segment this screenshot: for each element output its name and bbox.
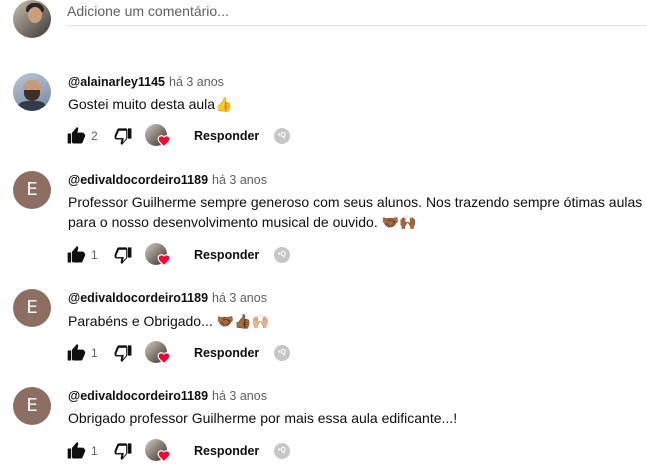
reply-button[interactable]: Responder <box>194 247 259 263</box>
comment-header: @edivaldocordeiro1189 há 3 anos <box>68 388 267 404</box>
like-count: 1 <box>91 346 98 360</box>
like-count: 2 <box>91 129 98 143</box>
comment-text: Professor Guilherme sempre generoso com … <box>68 194 643 230</box>
comment-time[interactable]: há 3 anos <box>212 389 267 403</box>
comment-header: @edivaldocordeiro1189 há 3 anos <box>68 172 267 188</box>
creator-heart <box>145 439 171 463</box>
comment-text: Gostei muito desta aula👍 <box>68 96 233 112</box>
comment-text: Obrigado professor Guilherme por mais es… <box>68 410 458 426</box>
comment-time[interactable]: há 3 anos <box>212 173 267 187</box>
add-comment-row: Adicione um comentário... <box>0 0 647 44</box>
replies-count-icon[interactable]: •Q <box>274 443 290 459</box>
thumbs-down-icon[interactable] <box>113 245 133 265</box>
like-count: 1 <box>91 444 98 458</box>
creator-heart <box>145 341 171 365</box>
comment-header: @edivaldocordeiro1189 há 3 anos <box>68 290 267 306</box>
like-count: 1 <box>91 248 98 262</box>
comment-time[interactable]: há 3 anos <box>212 291 267 305</box>
creator-heart-icon <box>157 135 171 148</box>
thumbs-down-icon[interactable] <box>113 126 133 146</box>
current-user-avatar[interactable] <box>13 0 51 38</box>
add-comment-input[interactable]: Adicione um comentário... <box>67 3 647 26</box>
replies-count-icon[interactable]: •Q <box>274 128 290 144</box>
replies-count-icon[interactable]: •Q <box>274 247 290 263</box>
thumbs-up-icon[interactable] <box>66 245 86 265</box>
author-avatar[interactable]: E <box>13 171 51 209</box>
creator-heart <box>145 243 171 267</box>
reply-button[interactable]: Responder <box>194 443 259 459</box>
author-avatar[interactable]: E <box>13 387 51 425</box>
comment-text: Parabéns e Obrigado... 🤝🏾👍🏾🙌🏼 <box>68 313 269 329</box>
thumbs-up-icon[interactable] <box>66 126 86 146</box>
thumbs-down-icon[interactable] <box>113 343 133 363</box>
reply-button[interactable]: Responder <box>194 128 259 144</box>
creator-heart <box>145 124 171 148</box>
thumbs-up-icon[interactable] <box>66 441 86 461</box>
creator-heart-icon <box>157 352 171 365</box>
comment-header: @alainarley1145 há 3 anos <box>68 74 224 90</box>
thumbs-up-icon[interactable] <box>66 343 86 363</box>
comment-time[interactable]: há 3 anos <box>169 75 224 89</box>
creator-heart-icon <box>157 254 171 267</box>
author-avatar[interactable]: E <box>13 289 51 327</box>
author-name[interactable]: @edivaldocordeiro1189 <box>68 173 208 187</box>
thumbs-down-icon[interactable] <box>113 441 133 461</box>
replies-count-icon[interactable]: •Q <box>274 345 290 361</box>
reply-button[interactable]: Responder <box>194 345 259 361</box>
author-name[interactable]: @alainarley1145 <box>68 75 165 89</box>
creator-heart-icon <box>157 450 171 463</box>
author-name[interactable]: @edivaldocordeiro1189 <box>68 389 208 403</box>
author-avatar[interactable] <box>13 73 51 111</box>
author-name[interactable]: @edivaldocordeiro1189 <box>68 291 208 305</box>
